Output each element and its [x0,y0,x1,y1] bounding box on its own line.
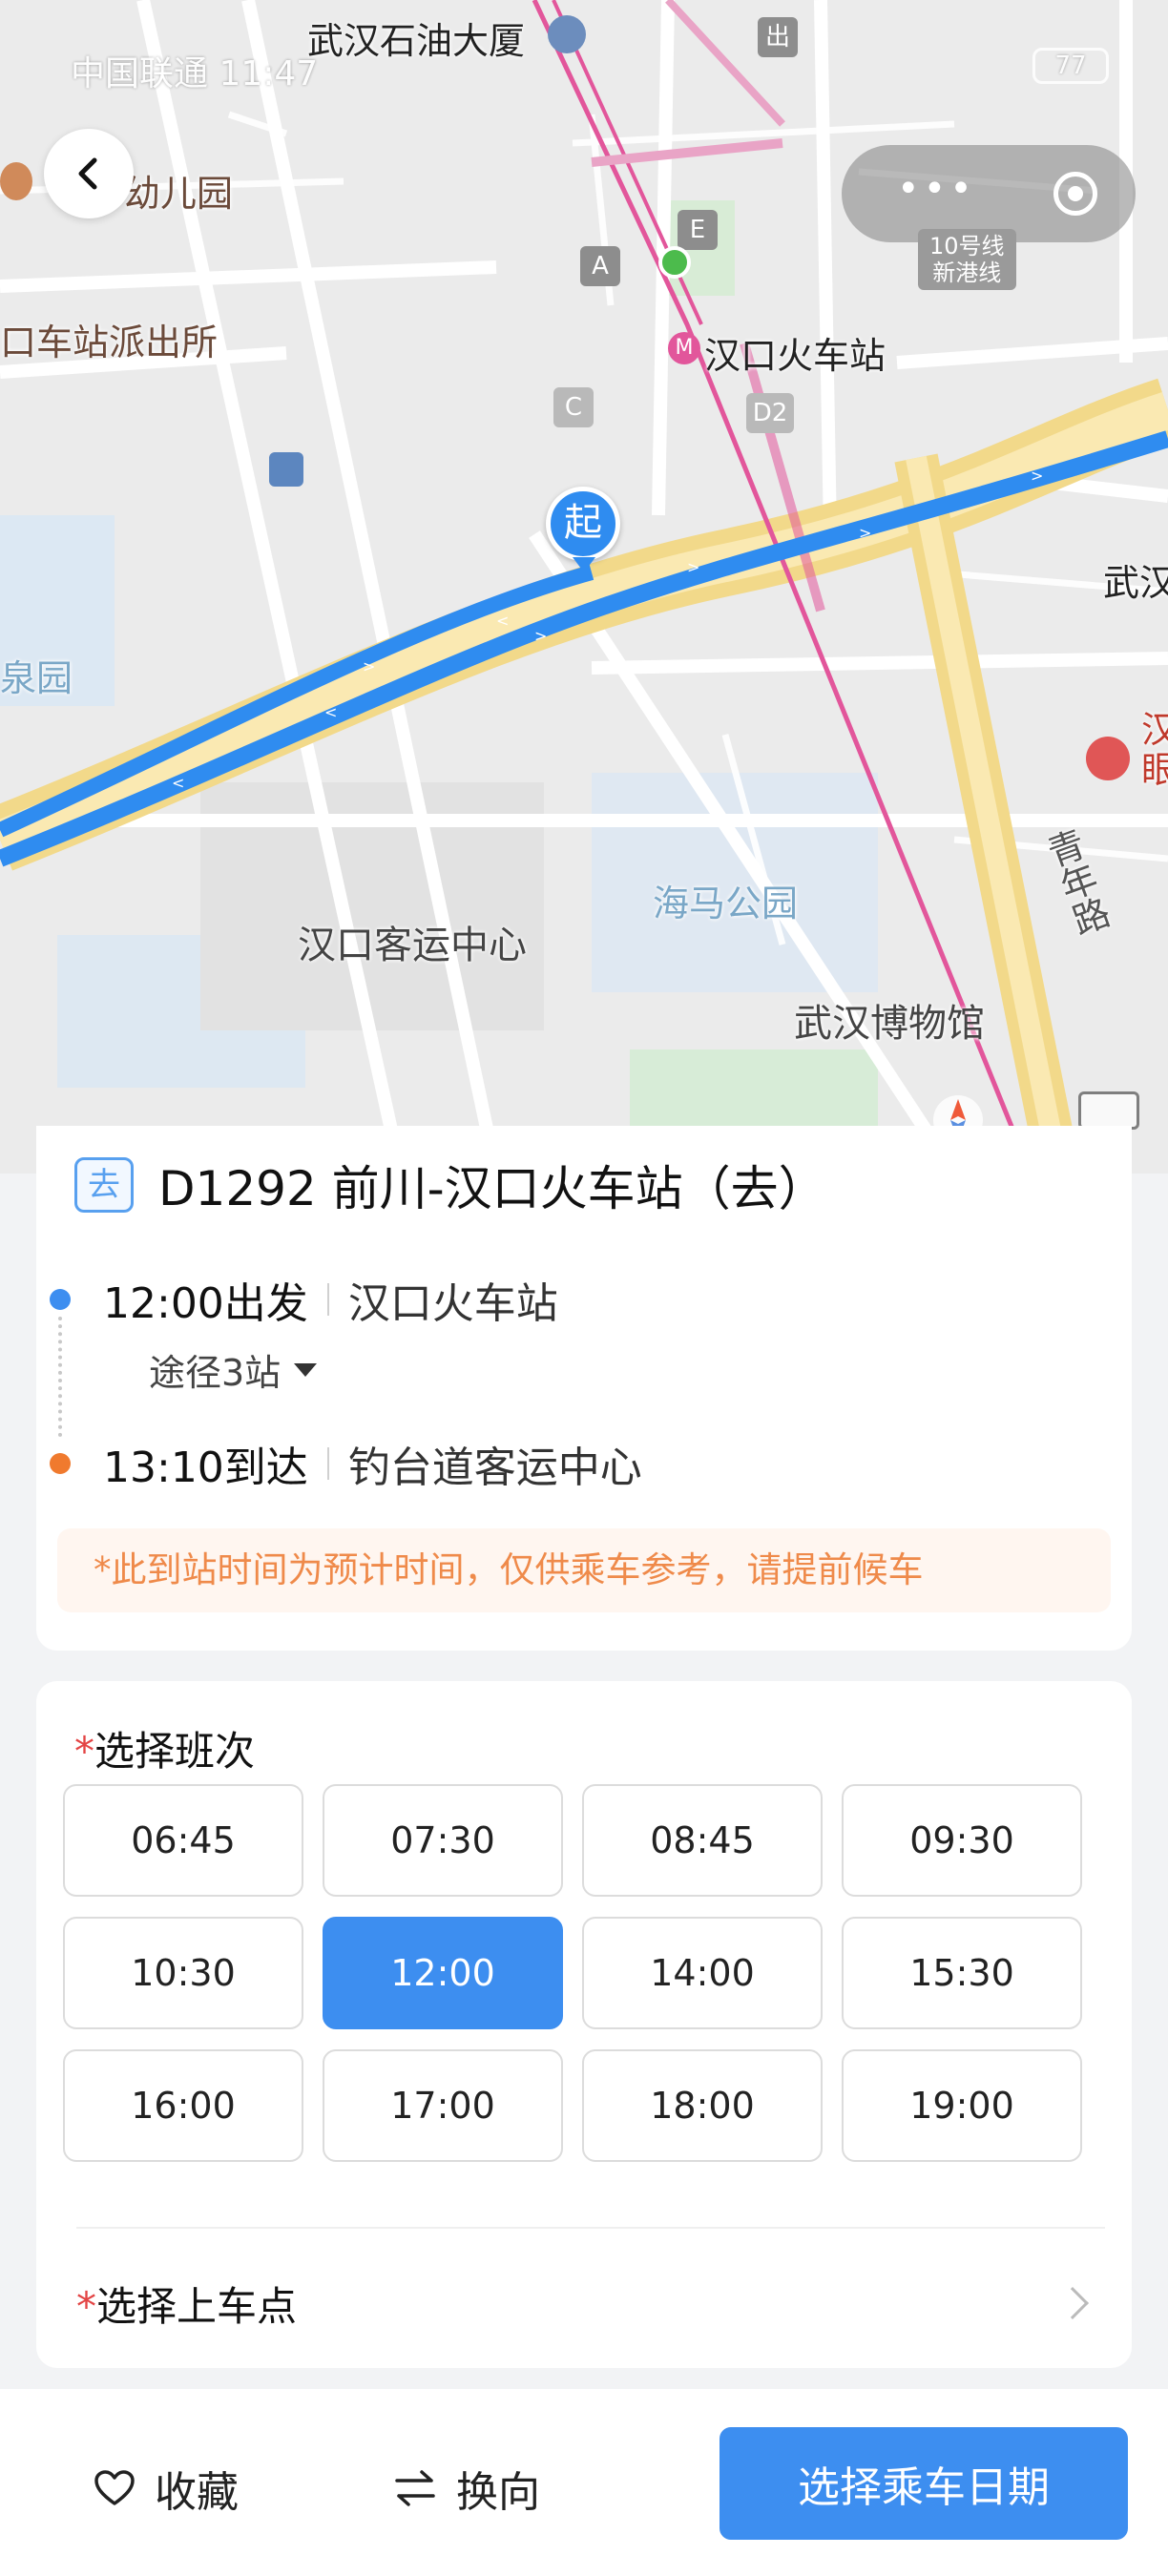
svg-text:<: < [172,774,184,792]
time-option[interactable]: 16:00 [63,2049,303,2162]
map-label-hankou-station: 汉口火车站 [704,335,886,377]
map-view[interactable]: < < < > > > > > 武汉石油大厦 幼儿园 口车站派出所 汉口火车站 泉园 汉口… [0,0,1168,1174]
separator [326,1447,329,1480]
departure-time: 12:00出发 [103,1279,308,1328]
route-title-row: 去 D1292 前川-汉口火车站（去） [74,1154,826,1216]
svg-text:>: > [363,657,375,675]
start-marker: 起 [546,487,622,578]
arrival-row: 13:10到达 钓台道客运中心 [50,1433,642,1494]
time-option[interactable]: 10:30 [63,1917,303,2029]
via-stops-toggle[interactable]: 途径3站 [149,1343,318,1396]
boarding-point-row[interactable]: *选择上车点 [76,2275,297,2333]
more-icon[interactable]: ••• [897,170,976,208]
start-pin-tail [573,557,595,572]
map-label-police: 口车站派出所 [0,322,219,364]
metro-station-icon: M [668,332,700,364]
map-label-haima-park: 海马公园 [653,883,799,924]
select-date-button[interactable]: 选择乘车日期 [720,2427,1128,2540]
time-option[interactable]: 06:45 [63,1784,303,1897]
map-label-park-left: 泉园 [0,657,73,699]
exit-e-badge: E [678,210,718,250]
metro-line-badge: 10号线 新港线 [918,229,1016,290]
direction-tag: 去 [74,1157,134,1213]
exit-c-badge: C [553,387,594,427]
chevron-left-icon [78,157,97,190]
svg-text:>: > [1031,467,1043,485]
map-label-wuhan-right: 武汉 [1103,562,1168,604]
bus-stop-icon [269,452,303,487]
route-title: D1292 前川-汉口火车站（去） [158,1161,826,1216]
exit-d2-badge: D2 [746,393,794,433]
current-location-dot [658,246,691,279]
time-option-selected[interactable]: 12:00 [323,1917,563,2029]
favorite-button[interactable]: 收藏 [94,2458,239,2519]
carrier-time: 中国联通 11:47 [71,54,319,93]
required-mark: * [74,1728,94,1775]
start-pin-label: 起 [546,487,620,561]
map-label-kindergarten: 幼儿园 [124,173,234,215]
time-option[interactable]: 09:30 [842,1784,1082,1897]
heart-icon [94,2470,135,2505]
hospital-poi-icon [1086,737,1130,780]
swap-arrows-icon [395,2470,435,2506]
svg-text:<: < [324,703,337,721]
divider [76,2227,1105,2229]
svg-text:<: < [496,612,509,630]
miniprogram-capsule[interactable]: ••• [842,145,1136,242]
departure-station: 汉口火车站 [347,1279,558,1328]
map-label-museum: 武汉博物馆 [794,1002,985,1046]
departure-times-grid: 06:45 07:30 08:45 09:30 10:30 12:00 14:0… [63,1784,1082,2162]
exit-a-badge: A [580,246,620,286]
caret-down-icon [294,1362,318,1377]
time-option[interactable]: 07:30 [323,1784,563,1897]
schedule-card: *选择班次 06:45 07:30 08:45 09:30 10:30 12:0… [36,1681,1132,2368]
time-option[interactable]: 08:45 [582,1784,823,1897]
schedule-title: *选择班次 [74,1719,255,1777]
separator [326,1283,329,1316]
time-option[interactable]: 15:30 [842,1917,1082,2029]
switch-direction-label: 换向 [456,2468,540,2517]
layers-icon[interactable] [1078,1091,1139,1130]
chevron-right-icon[interactable] [1056,2287,1089,2319]
departure-dot [50,1289,71,1310]
map-label-han-right: 汉 眼 [1141,709,1168,791]
svg-text:>: > [534,627,547,645]
required-mark: * [76,2283,96,2330]
time-option[interactable]: 18:00 [582,2049,823,2162]
route-via-line [58,1317,62,1437]
svg-text:>: > [859,524,871,542]
time-option[interactable]: 14:00 [582,1917,823,2029]
back-button[interactable] [44,129,134,218]
favorite-label: 收藏 [155,2468,239,2517]
kindergarten-poi-icon [0,162,32,200]
via-stops-label: 途径3站 [149,1352,282,1394]
map-label-hub: 汉口客运中心 [298,924,527,967]
arrival-station: 钓台道客运中心 [347,1444,642,1492]
time-option[interactable]: 19:00 [842,2049,1082,2162]
boarding-point-title: 选择上车点 [96,2283,298,2330]
departure-row: 12:00出发 汉口火车站 [50,1269,558,1330]
arrival-notice: *此到站时间为预计时间，仅供乘车参考，请提前候车 [57,1528,1111,1612]
switch-direction-button[interactable]: 换向 [393,2458,540,2519]
battery-icon: 77 [1032,48,1109,84]
arrival-time: 13:10到达 [103,1444,308,1492]
close-target-icon[interactable] [1053,172,1097,216]
status-bar: 中国联通 11:47 77 [0,38,1168,95]
time-option[interactable]: 17:00 [323,2049,563,2162]
arrival-dot [50,1453,71,1474]
svg-text:>: > [687,558,699,576]
schedule-title-text: 选择班次 [94,1728,256,1775]
bottom-action-bar: 收藏 换向 选择乘车日期 [0,2389,1168,2576]
